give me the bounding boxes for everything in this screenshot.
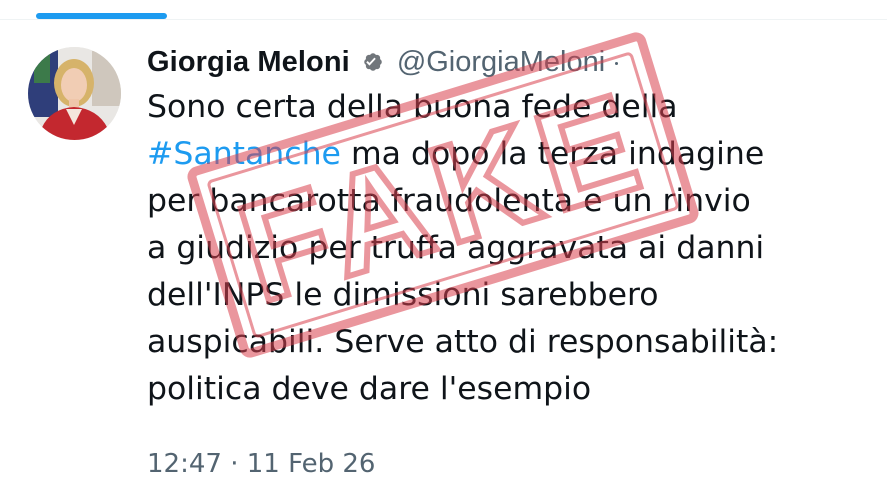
tweet-header: Giorgia Meloni @GiorgiaMeloni bbox=[147, 42, 619, 82]
tweet-line: dell'INPS le dimissioni sarebbero bbox=[147, 277, 659, 313]
tweet-text: Sono certa della buona fede della #Santa… bbox=[147, 84, 867, 413]
tweet-timestamp[interactable]: 12:47 · 11 Feb 26 bbox=[147, 449, 375, 479]
tweet-line: Sono certa della buona fede della bbox=[147, 89, 678, 125]
tweet-line-text: ma dopo la terza indagine bbox=[340, 136, 765, 172]
tweet-line: #Santanche ma dopo la terza indagine bbox=[147, 131, 867, 178]
avatar-photo bbox=[28, 47, 121, 140]
tweet-line: per bancarotta fraudolenta e un rinvio bbox=[147, 183, 751, 219]
hashtag-link[interactable]: #Santanche bbox=[147, 136, 341, 172]
header-divider bbox=[0, 19, 887, 20]
tweet-line: politica deve dare l'esempio bbox=[147, 371, 592, 407]
more-options-icon[interactable] bbox=[615, 61, 619, 65]
author-handle[interactable]: @GiorgiaMeloni bbox=[397, 46, 605, 79]
tweet-line: auspicabili. Serve atto di responsabilit… bbox=[147, 324, 779, 360]
avatar[interactable] bbox=[28, 47, 121, 140]
tweet-line: a giudizio per truffa aggravata ai danni bbox=[147, 230, 765, 266]
author-name[interactable]: Giorgia Meloni bbox=[147, 46, 350, 79]
verified-badge-icon bbox=[364, 53, 382, 71]
